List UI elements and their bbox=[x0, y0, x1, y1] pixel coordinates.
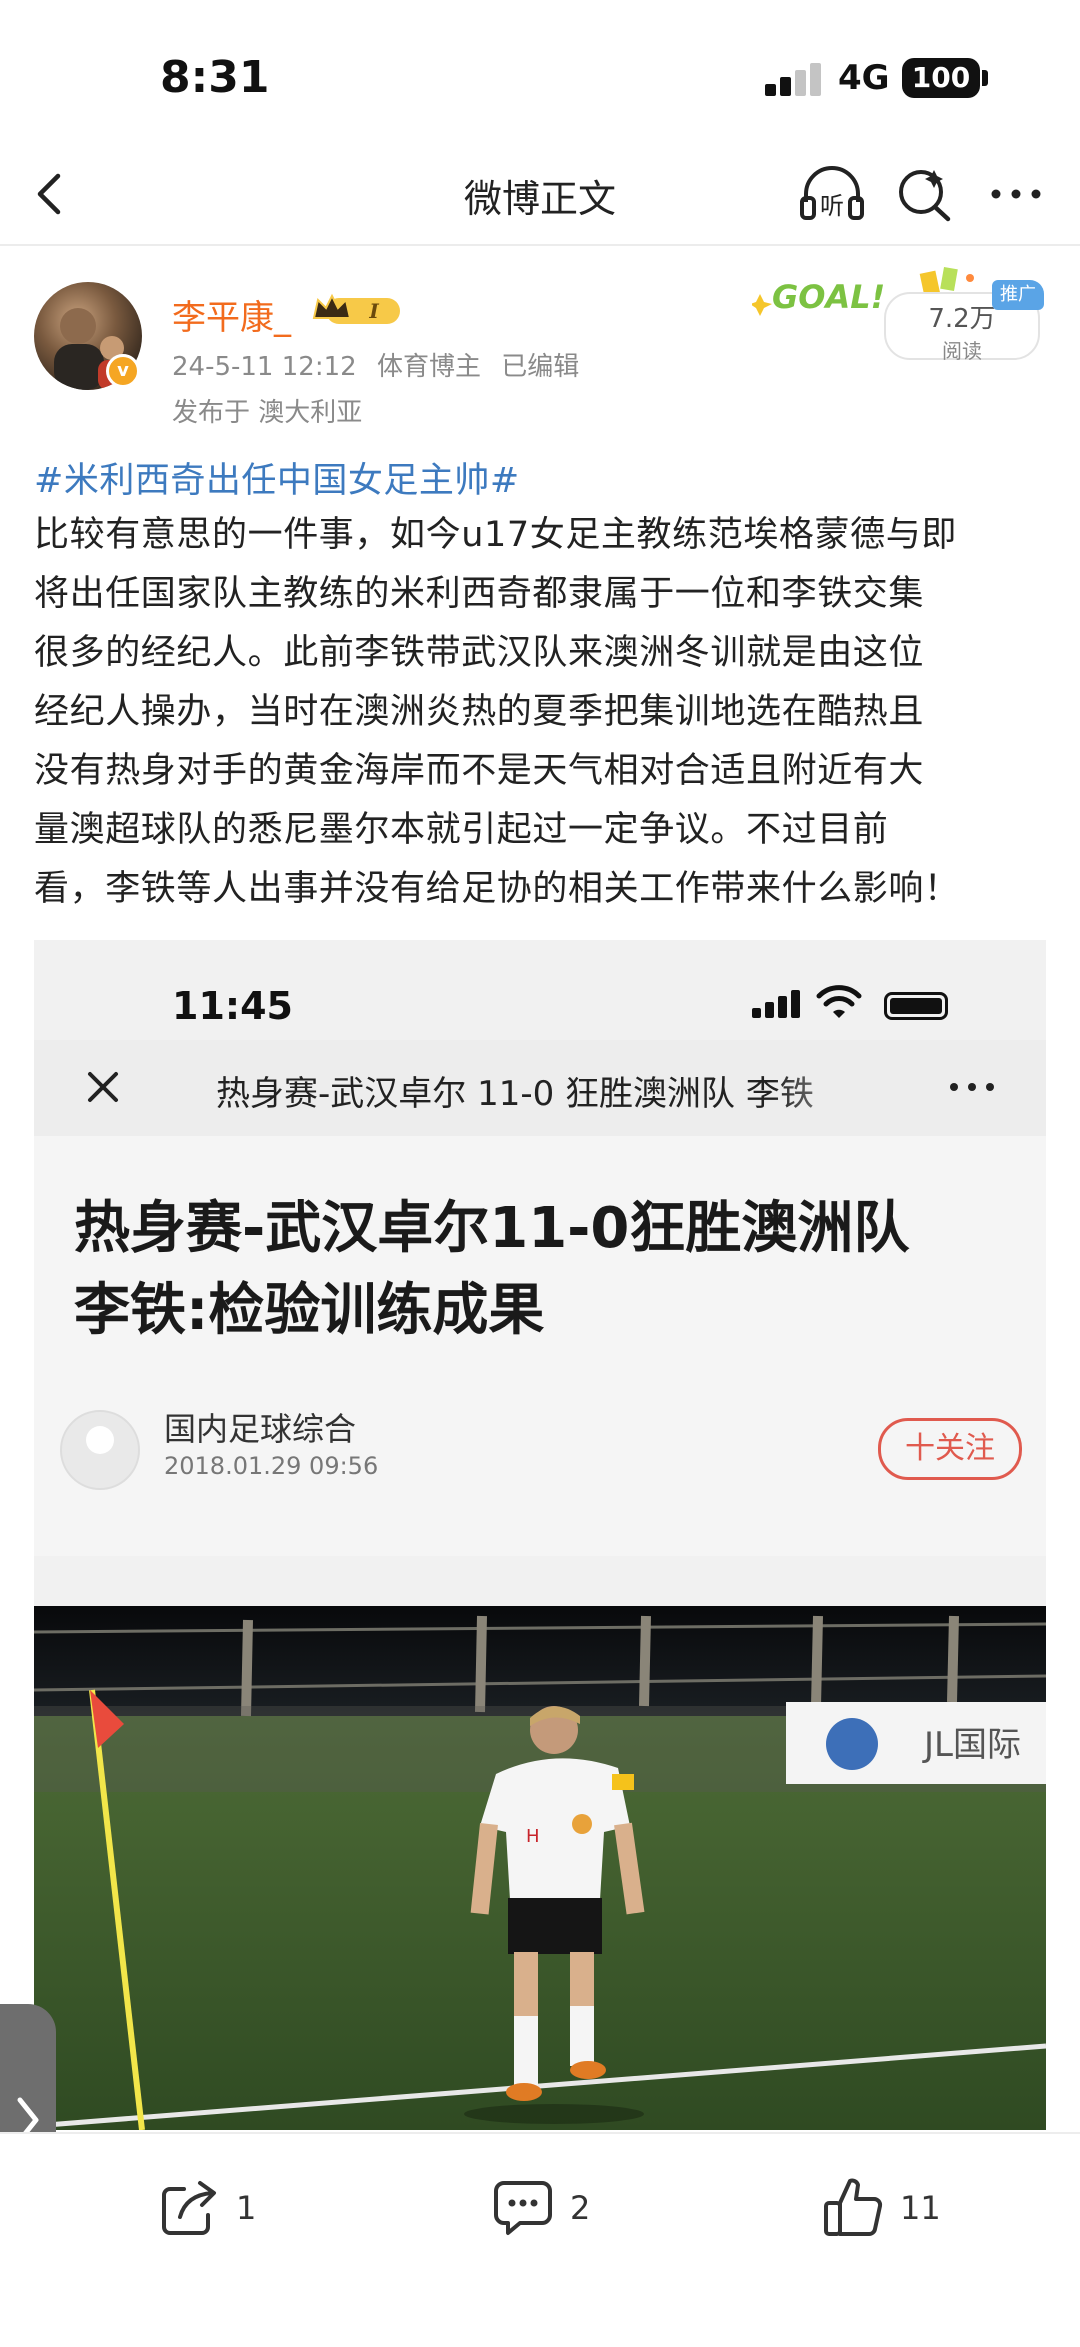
embed-article-header: 热身赛-武汉卓尔11-0狂胜澳洲队 李铁:检验训练成果 国内足球综合 2018.… bbox=[34, 1136, 1046, 1556]
embed-date: 2018.01.29 09:56 bbox=[164, 1452, 379, 1480]
post-line: 将出任国家队主教练的米利西奇都隶属于一位和李铁交集 bbox=[34, 574, 925, 614]
share-button[interactable]: 1 bbox=[156, 2168, 256, 2248]
embed-time: 11:45 bbox=[172, 984, 293, 1028]
embed-headline-line: 热身赛-武汉卓尔11-0狂胜澳洲队 bbox=[74, 1196, 910, 1261]
embed-headline: 热身赛-武汉卓尔11-0狂胜澳洲队 李铁:检验训练成果 bbox=[74, 1188, 1014, 1352]
signal-icon bbox=[765, 62, 823, 96]
embed-source-name: 国内足球综合 bbox=[164, 1410, 357, 1448]
post-line: 看，李铁等人出事并没有给足协的相关工作带来什么影响！ bbox=[34, 869, 960, 909]
post-line: 经纪人操办，当时在澳洲炎热的夏季把集训地选在酷热且 bbox=[34, 692, 925, 732]
comment-count: 2 bbox=[570, 2189, 591, 2227]
embed-battery-icon bbox=[884, 992, 948, 1020]
embed-follow-button: 十关注 bbox=[878, 1418, 1022, 1480]
bottom-action-bar: 1 2 11 bbox=[0, 2132, 1080, 2347]
embed-headline-line: 李铁:检验训练成果 bbox=[74, 1278, 545, 1343]
network-label: 4G bbox=[838, 58, 890, 98]
embed-nav-title: 热身赛-武汉卓尔 11-0 狂胜澳洲队 李铁 bbox=[216, 1074, 814, 1114]
share-count: 1 bbox=[236, 2189, 257, 2227]
share-icon bbox=[162, 2181, 216, 2235]
status-bar: 8:31 4G 100 bbox=[0, 0, 1080, 150]
crown-level-icon[interactable]: I bbox=[312, 292, 404, 328]
post-date: 24-5-11 12:12 bbox=[172, 352, 357, 382]
embed-signal-icon bbox=[752, 990, 804, 1018]
svg-text:H: H bbox=[526, 1826, 540, 1847]
author-role: 体育博主 bbox=[376, 352, 481, 382]
post-body: 比较有意思的一件事，如今u17女足主教练范埃格蒙德与即 将出任国家队主教练的米利… bbox=[34, 506, 1046, 919]
comment-button[interactable]: 2 bbox=[490, 2168, 590, 2248]
voice-search-icon[interactable] bbox=[894, 164, 954, 224]
post-meta: 24-5-11 12:12 体育博主 已编辑 bbox=[172, 346, 591, 383]
svg-text:JL国际: JL国际 bbox=[922, 1725, 1021, 1765]
embed-close-icon bbox=[88, 1072, 118, 1102]
svg-text:听: 听 bbox=[820, 192, 844, 220]
post-line: 量澳超球队的悉尼墨尔本就引起过一定争议。不过目前 bbox=[34, 810, 889, 850]
embed-nav-bar: 热身赛-武汉卓尔 11-0 狂胜澳洲队 李铁 bbox=[34, 1040, 1046, 1136]
read-count-label: 阅读 bbox=[942, 339, 982, 363]
svg-text:I: I bbox=[368, 299, 379, 323]
post-location: 发布于 澳大利亚 bbox=[172, 398, 363, 428]
author-name[interactable]: 李平康_ bbox=[172, 290, 291, 339]
embed-wifi-icon bbox=[816, 985, 862, 1018]
embed-more-icon bbox=[950, 1083, 994, 1091]
like-count: 11 bbox=[900, 2189, 941, 2227]
listen-icon[interactable]: 听 bbox=[798, 162, 866, 226]
like-icon bbox=[824, 2178, 883, 2236]
comment-icon bbox=[494, 2181, 552, 2235]
promo-tag: 推广 bbox=[992, 280, 1044, 310]
nav-bar: 微博正文 听 bbox=[0, 150, 1080, 246]
post-line: 比较有意思的一件事，如今u17女足主教练范埃格蒙德与即 bbox=[34, 515, 957, 555]
more-icon[interactable] bbox=[986, 164, 1046, 224]
like-button[interactable]: 11 bbox=[820, 2168, 941, 2248]
verified-badge-icon: v bbox=[106, 354, 140, 388]
embed-source-avatar bbox=[60, 1410, 140, 1490]
edited-label: 已编辑 bbox=[501, 352, 580, 382]
hashtag-link[interactable]: #米利西奇出任中国女足主帅# bbox=[34, 452, 520, 503]
embed-status-bar: 11:45 bbox=[34, 940, 1046, 1030]
post-image[interactable]: 11:45 热身赛-武汉卓尔 11-0 狂胜澳洲队 李铁 热身赛-武汉卓尔11-… bbox=[34, 940, 1046, 2130]
post-line: 没有热身对手的黄金海岸而不是天气相对合适且附近有大 bbox=[34, 751, 925, 791]
battery-icon: 100 bbox=[902, 58, 980, 98]
svg-text:GOAL!: GOAL! bbox=[772, 278, 885, 316]
match-photo: JL国际 H bbox=[34, 1606, 1046, 2130]
battery-cap bbox=[982, 70, 988, 86]
post-line: 很多的经纪人。此前李铁带武汉队来澳洲冬训就是由这位 bbox=[34, 633, 925, 673]
status-time: 8:31 bbox=[160, 52, 270, 103]
